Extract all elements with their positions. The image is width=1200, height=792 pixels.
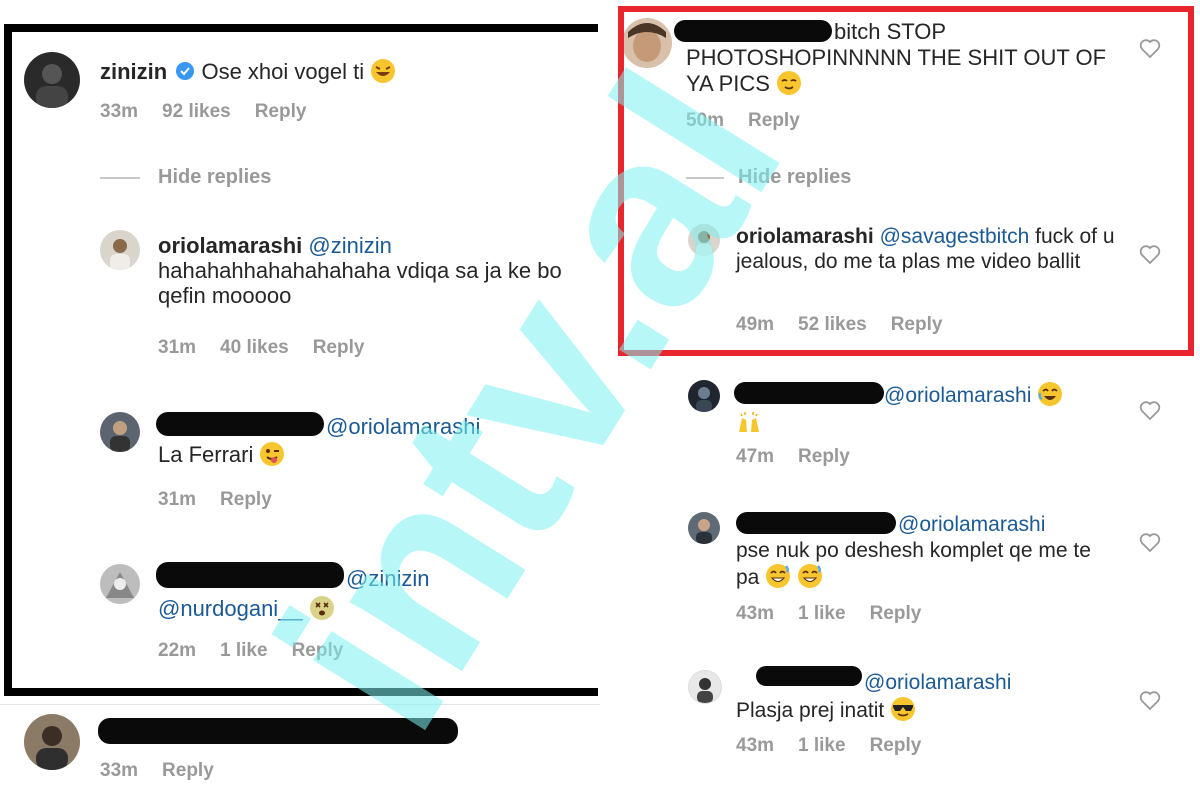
like-heart-icon[interactable] bbox=[1138, 530, 1162, 554]
laughing-emoji-icon bbox=[371, 59, 396, 83]
hide-replies-button[interactable]: Hide replies bbox=[738, 166, 851, 189]
reply-meta: 47m Reply bbox=[736, 446, 850, 467]
reply-button[interactable]: Reply bbox=[870, 735, 922, 756]
reply-meta: 31m 40 likes Reply bbox=[158, 337, 365, 358]
avatar[interactable] bbox=[688, 670, 722, 704]
reply-meta: 43m 1 like Reply bbox=[736, 735, 922, 756]
reply-meta: 43m 1 like Reply bbox=[736, 603, 922, 624]
reply-button[interactable]: Reply bbox=[220, 489, 272, 510]
tongue-wink-emoji-icon bbox=[260, 442, 285, 466]
redacted-username bbox=[734, 382, 884, 404]
divider bbox=[0, 704, 600, 705]
redacted-username bbox=[736, 512, 896, 534]
divider bbox=[100, 177, 140, 179]
redacted-username bbox=[156, 562, 344, 588]
reply-button[interactable]: Reply bbox=[292, 640, 344, 661]
reply-text-line2: La Ferrari bbox=[158, 441, 408, 467]
hide-replies-button[interactable]: Hide replies bbox=[158, 166, 271, 189]
main-comment-text: zinizin Ose xhoi vogel ti bbox=[100, 58, 580, 84]
reply-text: @oriolamarashi bbox=[326, 414, 481, 439]
avatar[interactable] bbox=[688, 512, 720, 544]
avatar[interactable] bbox=[100, 230, 140, 270]
reply-text: @oriolamarashi bbox=[884, 381, 1134, 408]
avatar[interactable] bbox=[24, 714, 80, 770]
avatar[interactable] bbox=[622, 18, 672, 68]
reply-meta: 49m 52 likes Reply bbox=[736, 314, 943, 335]
comment-text-b: PHOTOSHOPINNNNN THE SHIT OUT OF YA PICS bbox=[686, 45, 1107, 96]
avatar[interactable] bbox=[24, 52, 80, 108]
reply-button[interactable]: Reply bbox=[870, 603, 922, 624]
reply-button[interactable]: Reply bbox=[313, 337, 365, 358]
reply-meta: 31m Reply bbox=[158, 489, 272, 510]
reply-meta: 22m 1 like Reply bbox=[158, 640, 344, 661]
reply-button[interactable]: Reply bbox=[798, 446, 850, 467]
reply-text: oriolamarashi @zinizin hahahahhahahahaha… bbox=[158, 233, 562, 308]
main-comment-meta: 33m 92 likes Reply bbox=[100, 101, 307, 122]
redacted-username bbox=[156, 412, 324, 436]
reply-text-line2: Plasja prej inatit bbox=[736, 696, 1036, 723]
raising-hands-emoji-icon bbox=[739, 412, 759, 432]
avatar[interactable] bbox=[100, 412, 140, 452]
reply-text-line2: pse nuk po deshesh komplet qe me te pa bbox=[736, 539, 1091, 589]
reply-text: oriolamarashi @savagestbitch fuck of u j… bbox=[736, 225, 1115, 273]
partial-comment-meta: 33m Reply bbox=[100, 760, 214, 781]
username[interactable]: zinizin bbox=[100, 59, 167, 84]
reply-button[interactable]: Reply bbox=[748, 110, 800, 131]
relieved-emoji-icon bbox=[777, 71, 802, 95]
grinning-sweat-emoji-icon bbox=[798, 564, 823, 588]
reply-text-line2: @nurdogani__ bbox=[158, 595, 458, 621]
avatar[interactable] bbox=[100, 564, 140, 604]
reply-button[interactable]: Reply bbox=[255, 101, 307, 122]
avatar[interactable] bbox=[688, 380, 720, 412]
sunglasses-emoji-icon bbox=[891, 697, 916, 721]
reply-text: @oriolamarashi bbox=[864, 671, 1012, 694]
reply-text: @zinizin bbox=[346, 566, 430, 591]
verified-badge-icon bbox=[176, 62, 195, 80]
avatar[interactable] bbox=[688, 224, 720, 256]
like-heart-icon[interactable] bbox=[1138, 242, 1162, 266]
comment-text-a: bitch STOP bbox=[834, 19, 947, 44]
redacted-username bbox=[756, 666, 862, 686]
dizzy-face-emoji-icon bbox=[309, 596, 334, 620]
tears-of-joy-emoji-icon bbox=[1038, 382, 1063, 406]
reply-text: @oriolamarashi bbox=[898, 513, 1046, 536]
like-heart-icon[interactable] bbox=[1138, 398, 1162, 422]
right-screenshot: ge bitch STOP PHOTOSHOPINNNNN THE SHIT O… bbox=[608, 0, 1200, 792]
left-screenshot: zinizin Ose xhoi vogel ti 33m 92 likes Rep… bbox=[0, 0, 600, 792]
like-heart-icon[interactable] bbox=[1138, 36, 1162, 60]
redacted-comment bbox=[98, 718, 458, 744]
reply-button[interactable]: Reply bbox=[891, 314, 943, 335]
grinning-sweat-emoji-icon bbox=[766, 564, 791, 588]
like-heart-icon[interactable] bbox=[1138, 688, 1162, 712]
comment-meta: 50m Reply bbox=[686, 110, 800, 131]
reply-button[interactable]: Reply bbox=[162, 760, 214, 781]
divider bbox=[686, 177, 724, 179]
